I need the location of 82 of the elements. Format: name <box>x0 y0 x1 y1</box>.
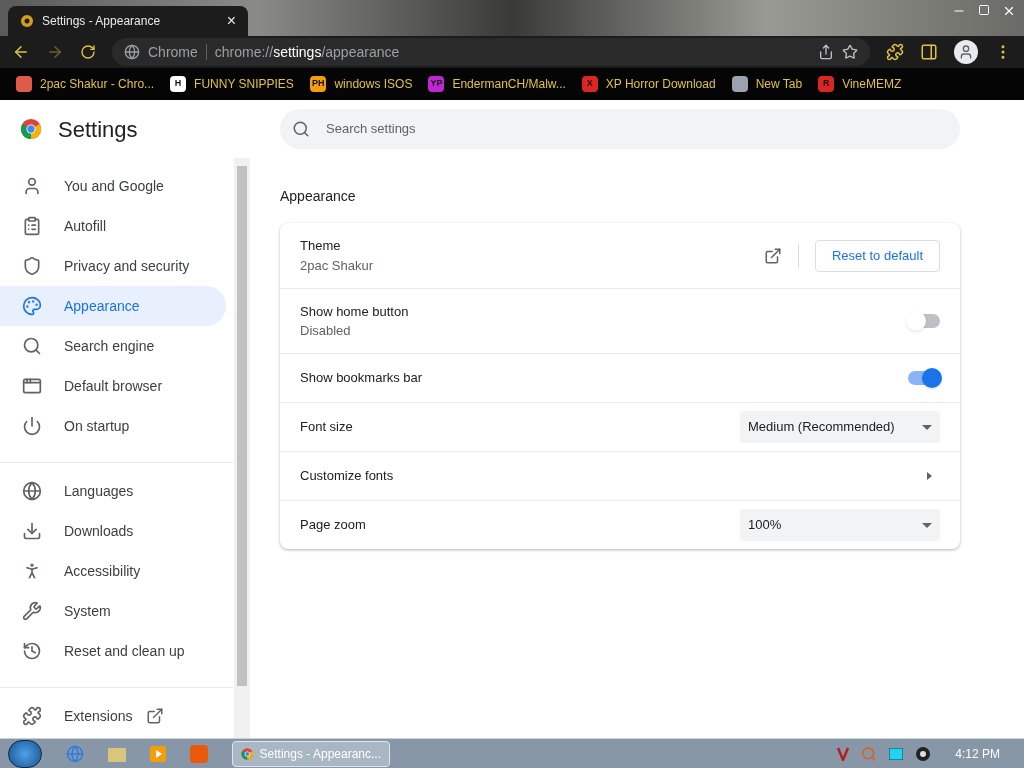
close-icon[interactable] <box>1002 4 1016 18</box>
download-icon <box>22 521 42 541</box>
globe-icon <box>124 44 140 60</box>
bookmark[interactable]: 2pac Shakur - Chro... <box>16 75 155 93</box>
maximize-icon[interactable] <box>978 4 990 16</box>
url-text: chrome://settings/appearance <box>214 42 401 62</box>
toggle-switch[interactable] <box>908 314 940 328</box>
scrollbar[interactable] <box>234 158 250 738</box>
shield-icon <box>22 256 42 276</box>
search-icon <box>22 336 42 356</box>
chevron-right-icon[interactable] <box>927 472 932 480</box>
bookmark[interactable]: H FUNNY SNIPPIES <box>170 75 294 93</box>
forward-arrow-icon[interactable] <box>46 43 64 61</box>
address-bar[interactable]: Chrome chrome://settings/appearance <box>112 38 870 66</box>
section-heading: Appearance <box>280 187 357 206</box>
setting-label: Font size <box>300 418 354 437</box>
setting-sublabel: Disabled <box>300 322 352 340</box>
bookmark-favicon: X <box>581 76 598 92</box>
bookmark[interactable]: R VineMEMZ <box>818 75 902 93</box>
dropdown-arrow-icon <box>922 522 932 528</box>
page-title: Settings <box>58 115 138 144</box>
setting-label: Theme <box>300 237 342 255</box>
chrome-logo-icon <box>20 118 42 140</box>
dropdown-arrow-icon <box>922 424 932 430</box>
external-link-icon <box>146 707 165 725</box>
bookmark[interactable]: New Tab <box>731 75 803 93</box>
history-icon <box>22 641 42 661</box>
setting-label: Page zoom <box>300 516 367 535</box>
sidebar-item[interactable]: System <box>0 591 226 631</box>
speaker-icon[interactable] <box>915 745 932 762</box>
setting-label: Show bookmarks bar <box>300 369 424 388</box>
sidebar-item[interactable]: Reset and clean up <box>0 631 226 671</box>
bookmark-favicon: H <box>170 76 187 92</box>
play-icon[interactable] <box>150 745 166 762</box>
sidebar-item[interactable]: Downloads <box>0 511 226 551</box>
puzzle-icon[interactable] <box>886 43 904 61</box>
browser-tab[interactable]: Settings - Appearance × <box>8 6 248 36</box>
search-input[interactable]: Search settings <box>326 119 948 139</box>
search-field[interactable]: Search settings <box>280 109 960 149</box>
search-icon <box>292 120 310 138</box>
bookmark[interactable]: X XP Horror Download <box>581 75 716 93</box>
browser-window-icon <box>22 376 42 396</box>
sidebar-item[interactable]: Default browser <box>0 366 226 406</box>
external-link-icon[interactable] <box>763 246 782 265</box>
reload-icon[interactable] <box>80 44 96 60</box>
clipboard-icon <box>22 216 42 236</box>
wrench-icon <box>22 601 42 621</box>
start-button[interactable] <box>8 739 42 768</box>
sidebar-item[interactable]: Search engine <box>0 326 226 366</box>
setting-label: Customize fonts <box>300 467 395 486</box>
toggle-switch[interactable] <box>908 371 940 385</box>
bookmark-favicon: PH <box>309 76 327 92</box>
sidebar-item[interactable]: On startup <box>0 406 226 446</box>
power-icon <box>22 416 42 436</box>
sidebar-item[interactable]: Appearance <box>0 286 226 326</box>
bookmark[interactable]: PH windows ISOS <box>309 75 413 93</box>
globe-icon <box>22 481 42 501</box>
setting-label: Show home button <box>300 302 410 321</box>
bookmark[interactable]: YP EndermanCH/Malw... <box>428 75 566 93</box>
dropdown-select[interactable]: 100% <box>740 509 940 541</box>
side-panel-icon[interactable] <box>920 43 938 61</box>
sidebar-item[interactable]: Languages <box>0 471 226 511</box>
sidebar-item[interactable]: Extensions <box>0 696 226 736</box>
reset-to-default-button[interactable]: Reset to default <box>814 239 940 272</box>
bookmark-favicon: YP <box>428 76 445 92</box>
share-icon[interactable] <box>818 44 834 60</box>
tab-close-button[interactable]: × <box>226 9 236 33</box>
bookmark-favicon: R <box>818 76 835 92</box>
chrome-logo-icon <box>241 745 254 762</box>
person-icon <box>22 176 42 196</box>
sidebar-item[interactable]: Privacy and security <box>0 246 226 286</box>
site-label: Chrome <box>148 42 198 62</box>
star-icon[interactable] <box>842 44 858 60</box>
profile-avatar[interactable] <box>954 40 978 64</box>
palette-icon <box>22 296 42 316</box>
clock: 4:12 PM <box>955 745 1000 763</box>
dropdown-select[interactable]: Medium (Recommended) <box>740 411 940 443</box>
setting-sublabel: 2pac Shakur <box>300 256 374 275</box>
sidebar-item[interactable]: You and Google <box>0 166 226 206</box>
puzzle-icon <box>22 706 42 726</box>
sidebar-item[interactable]: Autofill <box>0 206 226 246</box>
sidebar-item[interactable]: Accessibility <box>0 551 226 591</box>
